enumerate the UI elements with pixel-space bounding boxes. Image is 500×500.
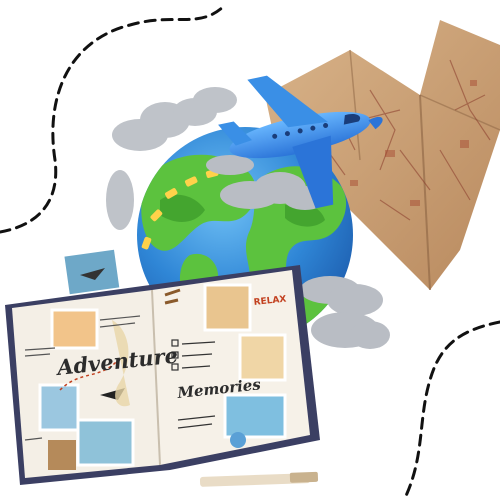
scrapbook: Adventure Memories RELAX [5, 265, 320, 485]
pen-icon [199, 471, 319, 487]
travel-illustration: Adventure Memories RELAX [0, 3, 500, 500]
